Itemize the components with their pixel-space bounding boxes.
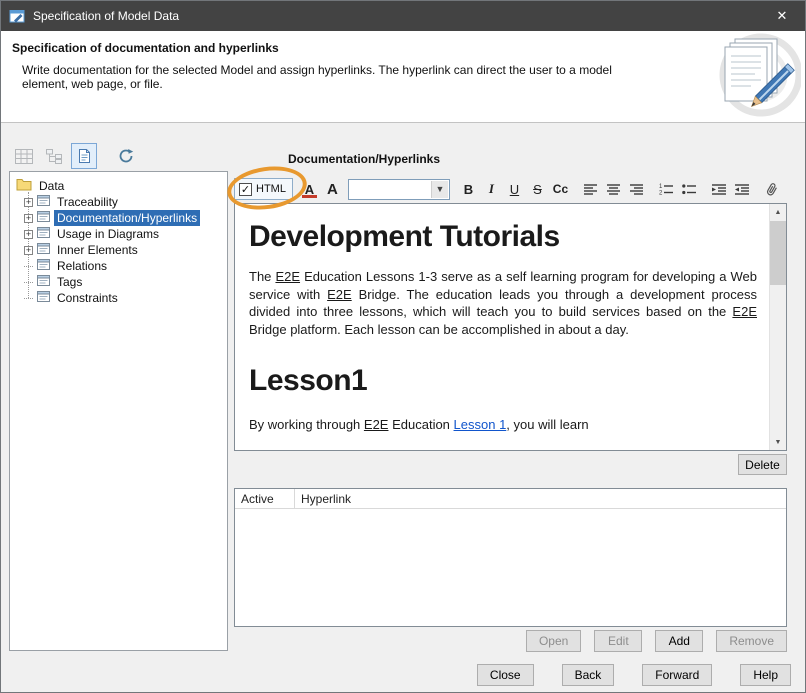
title-bar: Specification of Model Data ✕ (1, 1, 805, 31)
specification-dialog: Specification of Model Data ✕ Specificat… (0, 0, 806, 693)
tree-item-label: Usage in Diagrams (54, 226, 162, 242)
help-button[interactable]: Help (740, 664, 791, 686)
hyperlink-table[interactable]: Active Hyperlink (234, 488, 787, 627)
spec-tree[interactable]: Data + Traceability + Documentation/Hype… (9, 171, 228, 651)
strikethrough-button[interactable]: S (527, 179, 548, 200)
tree-stub-line (24, 282, 33, 283)
html-checkbox-label: HTML (256, 183, 286, 195)
dialog-footer: Close Back Forward Help (1, 664, 791, 686)
tree-stub-line (24, 266, 33, 267)
font-icon[interactable]: A (322, 179, 343, 200)
editor-link[interactable]: Lesson 1 (454, 417, 507, 432)
spec-node-icon (37, 258, 50, 274)
html-toggle[interactable]: ✓ HTML (234, 178, 293, 200)
spec-node-icon (37, 274, 50, 290)
scroll-down-icon[interactable]: ▼ (770, 434, 786, 450)
documentation-editor[interactable]: Development Tutorials The E2E Education … (234, 203, 787, 451)
html-checkbox[interactable]: ✓ (239, 183, 252, 196)
tree-item-relations[interactable]: Relations (24, 258, 110, 274)
text-case-button[interactable]: Cc (550, 179, 571, 200)
spec-node-icon (37, 194, 50, 210)
increase-indent-icon[interactable] (732, 179, 753, 200)
tree-item-label: Traceability (54, 194, 121, 210)
tree-item-data[interactable]: Data (16, 178, 67, 194)
scroll-up-icon[interactable]: ▲ (770, 204, 786, 220)
add-button[interactable]: Add (655, 630, 703, 652)
tree-item-constraints[interactable]: Constraints (24, 290, 121, 306)
expand-icon[interactable]: + (24, 214, 33, 223)
document-pencil-icon (695, 33, 801, 121)
tree-item-label: Documentation/Hyperlinks (54, 210, 200, 226)
hyperlink-table-header: Active Hyperlink (235, 489, 786, 509)
tree-item-label: Inner Elements (54, 242, 141, 258)
svg-text:1: 1 (659, 184, 663, 190)
close-icon[interactable]: ✕ (759, 1, 805, 31)
italic-button[interactable]: I (481, 179, 502, 200)
tree-stub-line (24, 298, 33, 299)
back-button[interactable]: Back (562, 664, 615, 686)
decrease-indent-icon[interactable] (709, 179, 730, 200)
close-button[interactable]: Close (477, 664, 534, 686)
editor-scrollbar[interactable]: ▲ ▼ (769, 204, 786, 450)
tree-item-inner-elements[interactable]: + Inner Elements (24, 242, 141, 258)
tree-item-usage-in-diagrams[interactable]: + Usage in Diagrams (24, 226, 162, 242)
grid-view-icon[interactable] (11, 143, 37, 169)
expand-icon[interactable]: + (24, 246, 33, 255)
forward-button[interactable]: Forward (642, 664, 712, 686)
editor-paragraph-1: The E2E Education Lessons 1-3 serve as a… (249, 268, 757, 338)
refresh-icon[interactable] (113, 143, 139, 169)
tree-item-label: Tags (54, 274, 85, 290)
delete-button[interactable]: Delete (738, 454, 787, 475)
align-left-icon[interactable] (580, 179, 601, 200)
tree-item-label: Relations (54, 258, 110, 274)
scrollbar-thumb[interactable] (770, 221, 786, 285)
align-right-icon[interactable] (626, 179, 647, 200)
spec-node-icon (37, 290, 50, 306)
page-title: Documentation/Hyperlinks (288, 152, 440, 166)
app-icon (9, 8, 26, 25)
tree-item-tags[interactable]: Tags (24, 274, 85, 290)
svg-text:2: 2 (659, 191, 663, 196)
editor-cutoff-line: how to install the software and tools yo… (249, 447, 757, 451)
header-title: Specification of documentation and hyper… (12, 41, 279, 55)
dialog-header: Specification of documentation and hyper… (1, 31, 805, 123)
column-header-hyperlink: Hyperlink (295, 489, 351, 508)
hyperlink-actions: Open Edit Add Remove (234, 630, 787, 652)
formatting-toolbar: ✓ HTML A A ▼ B I U S Cc 12 (234, 176, 784, 202)
style-select[interactable]: ▼ (348, 179, 450, 200)
tree-toolbar (11, 143, 143, 169)
tree-item-label: Data (36, 178, 67, 194)
editor-paragraph-2: By working through E2E Education Lesson … (249, 416, 757, 434)
structure-view-icon[interactable] (41, 143, 67, 169)
edit-button[interactable]: Edit (594, 630, 642, 652)
expand-icon[interactable]: + (24, 230, 33, 239)
bullet-list-icon[interactable] (679, 179, 700, 200)
folder-icon (16, 178, 32, 194)
numbered-list-icon[interactable]: 12 (656, 179, 677, 200)
tree-item-documentation-hyperlinks[interactable]: + Documentation/Hyperlinks (24, 210, 200, 226)
underline-button[interactable]: U (504, 179, 525, 200)
expand-icon[interactable]: + (24, 198, 33, 207)
spec-node-icon (37, 226, 50, 242)
spec-node-icon (37, 242, 50, 258)
editor-content[interactable]: Development Tutorials The E2E Education … (235, 204, 769, 450)
font-color-icon[interactable]: A (299, 179, 320, 200)
tree-item-label: Constraints (54, 290, 121, 306)
window-title: Specification of Model Data (33, 9, 179, 23)
hyperlink-paperclip-icon[interactable] (762, 179, 783, 200)
column-header-active: Active (235, 489, 295, 508)
open-button[interactable]: Open (526, 630, 581, 652)
editor-heading-1: Development Tutorials (249, 220, 757, 254)
documentation-view-icon[interactable] (71, 143, 97, 169)
spec-node-icon (37, 210, 50, 226)
remove-button[interactable]: Remove (716, 630, 787, 652)
editor-heading-2: Lesson1 (249, 364, 757, 398)
bold-button[interactable]: B (458, 179, 479, 200)
header-description: Write documentation for the selected Mod… (22, 63, 652, 91)
tree-item-traceability[interactable]: + Traceability (24, 194, 121, 210)
chevron-down-icon[interactable]: ▼ (431, 181, 448, 198)
align-center-icon[interactable] (603, 179, 624, 200)
